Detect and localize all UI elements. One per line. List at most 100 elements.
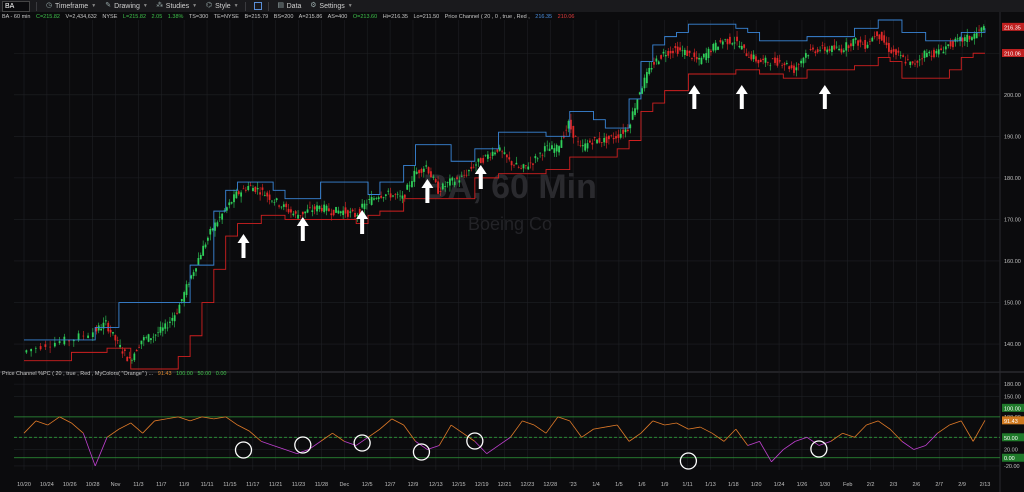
candle-body <box>572 125 575 138</box>
candle-body <box>256 188 259 190</box>
candle-body <box>116 340 119 341</box>
data-button[interactable]: ▤ Data <box>277 2 302 10</box>
y-tick-label: 190.00 <box>1004 134 1021 140</box>
candle-body <box>100 328 103 331</box>
candle-body <box>313 206 316 210</box>
candle-body <box>949 40 952 47</box>
candle-body <box>657 61 660 65</box>
settings-button[interactable]: ⚙ Settings ▼ <box>309 2 352 10</box>
x-tick-label: 11/15 <box>223 482 236 488</box>
data-label: Data <box>286 2 302 10</box>
candle-body <box>363 203 366 210</box>
candle-body <box>254 186 257 193</box>
candle-body <box>214 222 216 231</box>
candle-body <box>842 50 845 52</box>
candle-body <box>361 203 364 208</box>
candle-body <box>598 137 601 143</box>
candle-body <box>482 158 485 163</box>
candle-body <box>166 327 169 329</box>
candle-body <box>762 58 765 60</box>
candle-body <box>641 88 644 94</box>
x-tick-label: 12/21 <box>498 482 512 488</box>
candle-body <box>472 166 475 168</box>
candle-body <box>140 340 143 345</box>
ask-size-value: AS=400 <box>327 14 348 20</box>
candle-body <box>280 206 283 208</box>
style-label: Style <box>215 2 231 10</box>
candle-body <box>733 42 736 44</box>
candle-body <box>456 177 458 179</box>
candle-body <box>923 50 926 58</box>
candle-body <box>510 161 513 166</box>
x-tick-label: Feb <box>843 482 852 488</box>
candle-body <box>812 47 814 50</box>
y-tick-label: 200.00 <box>1004 93 1021 99</box>
style-button[interactable]: ⌬ Style ▼ <box>205 2 239 10</box>
candle-body <box>579 145 582 146</box>
x-tick-label: 2/9 <box>958 482 966 488</box>
candle-body <box>826 49 829 53</box>
candle-body <box>674 46 677 49</box>
candle-body <box>850 43 852 47</box>
x-tick-label: 1/6 <box>638 482 646 488</box>
candle-body <box>664 55 667 57</box>
candle-body <box>973 33 976 39</box>
chart-canvas[interactable]: 10/20 10/24 10/26 10/28 Nov 11/3 11/7 11/9 11/11… <box>0 12 1024 492</box>
candle-body <box>952 40 954 48</box>
candle-body <box>508 157 511 160</box>
candle-body <box>726 38 729 45</box>
x-tick-label: 2/7 <box>935 482 943 488</box>
candle-body <box>524 165 527 166</box>
candle-body <box>629 124 632 129</box>
candle-body <box>394 194 397 195</box>
chevron-down-icon: ▼ <box>192 3 198 9</box>
candle-body <box>897 50 900 53</box>
candle-body <box>278 205 280 207</box>
timeframe-button[interactable]: ◷ Timeframe ▼ <box>45 2 96 10</box>
candle-body <box>978 29 980 31</box>
candle-body <box>750 54 753 60</box>
candle-body <box>377 197 380 200</box>
candle-body <box>477 158 480 162</box>
candle-body <box>252 187 254 192</box>
candle-body <box>567 121 570 129</box>
candle-body <box>695 56 698 60</box>
candle-body <box>406 184 409 190</box>
candle-body <box>757 59 760 64</box>
candle-body <box>885 42 888 46</box>
candle-body <box>77 333 80 341</box>
candle-body <box>133 353 136 361</box>
pencil-icon: ✎ <box>105 2 112 9</box>
candle-body <box>809 49 812 50</box>
candle-body <box>605 136 608 143</box>
symbol-input[interactable]: BA <box>2 0 30 12</box>
candle-body <box>282 204 285 207</box>
candle-body <box>551 145 553 150</box>
candle-body <box>439 191 442 192</box>
indicator-badge-value: 91.43 <box>1004 419 1018 425</box>
candle-body <box>819 49 821 51</box>
candle-body <box>188 284 190 286</box>
candle-body <box>581 145 584 147</box>
candle-body <box>489 157 492 158</box>
candle-body <box>325 205 328 211</box>
candle-body <box>653 61 655 65</box>
candle-body <box>793 65 795 73</box>
candle-body <box>645 72 648 84</box>
candle-body <box>902 55 905 58</box>
candle-body <box>980 27 983 32</box>
x-tick-label: 12/19 <box>475 482 489 488</box>
candle-body <box>126 356 129 362</box>
candle-body <box>596 139 598 144</box>
grid-button[interactable] <box>253 2 262 10</box>
indicator-level-mid: 50.00 <box>197 371 212 377</box>
candle-body <box>330 213 333 216</box>
bid-value: B=215.79 <box>244 14 269 20</box>
candle-body <box>25 350 28 353</box>
candle-body <box>237 191 240 195</box>
drawing-button[interactable]: ✎ Drawing ▼ <box>104 2 148 10</box>
studies-button[interactable]: ⁂ Studies ▼ <box>156 2 197 10</box>
candle-body <box>491 151 494 156</box>
candle-body <box>176 312 178 314</box>
candle-body <box>560 140 563 148</box>
